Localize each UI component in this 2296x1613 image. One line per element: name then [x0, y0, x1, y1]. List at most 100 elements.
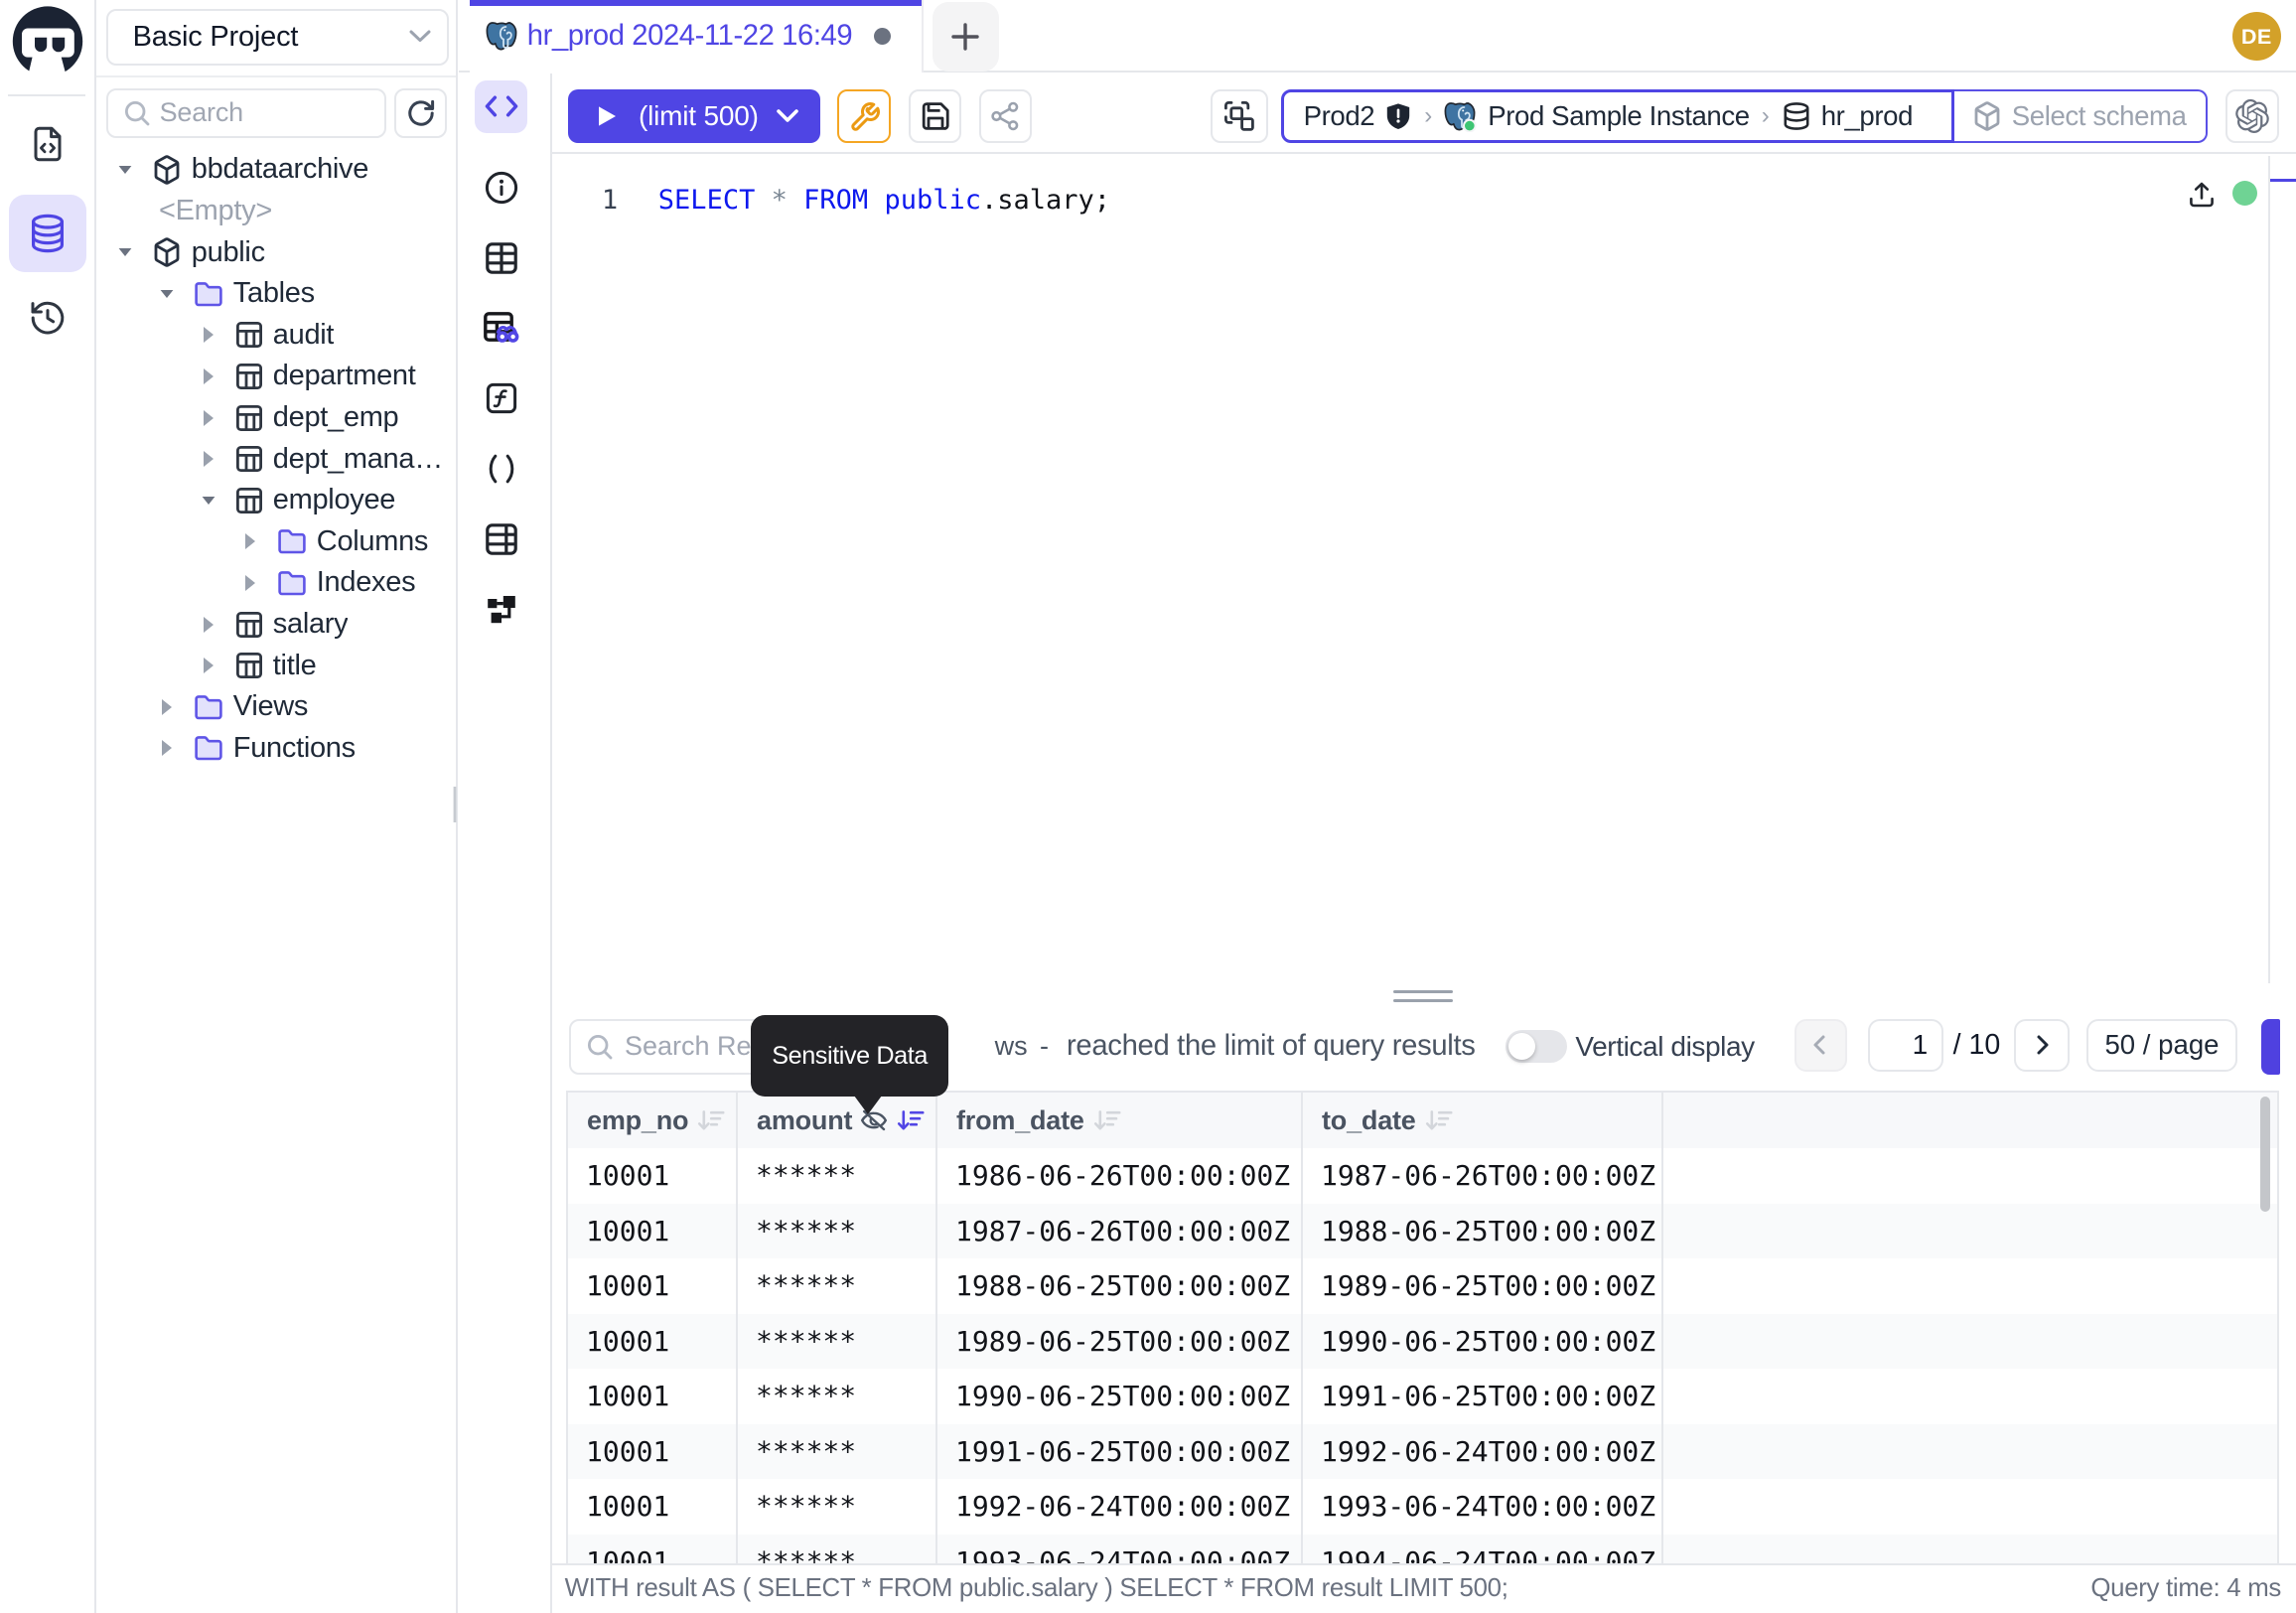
rail-database-button[interactable] — [9, 195, 86, 272]
schema-select[interactable]: Select schema — [1954, 89, 2208, 142]
prev-page-button[interactable] — [1794, 1019, 1846, 1072]
project-select[interactable]: Basic Project — [106, 9, 449, 66]
tree-item-bbdataarchive[interactable]: bbdataarchive — [117, 149, 368, 191]
cell-amount[interactable]: ****** — [737, 1204, 936, 1259]
cell-emp_no[interactable]: 10001 — [568, 1369, 737, 1424]
avatar[interactable]: DE — [2232, 12, 2281, 61]
cell-to_date[interactable]: 1991-06-25T00:00:00Z — [1302, 1369, 1662, 1424]
rail-worksheet-button[interactable] — [9, 105, 86, 183]
chevron-collapsed-icon[interactable] — [201, 325, 216, 345]
strip-info-button[interactable] — [475, 162, 527, 215]
connection-select[interactable]: Prod2 › Prod Sample Instance › hr_prod — [1281, 89, 1954, 142]
sort-icon[interactable] — [1092, 1107, 1122, 1133]
connection-group-button[interactable] — [1211, 89, 1268, 142]
cell-from_date[interactable]: 1993-06-24T00:00:00Z — [936, 1535, 1302, 1563]
table-row[interactable]: 10001******1989-06-25T00:00:00Z1990-06-2… — [568, 1314, 2277, 1370]
table-row[interactable]: 10001******1988-06-25T00:00:00Z1989-06-2… — [568, 1258, 2277, 1314]
table-row[interactable]: 10001******1990-06-25T00:00:00Z1991-06-2… — [568, 1369, 2277, 1424]
column-header-from_date[interactable]: from_date — [936, 1093, 1302, 1148]
format-wrench-button[interactable] — [837, 89, 890, 142]
run-button[interactable]: (limit 500) — [568, 89, 820, 142]
cell-emp_no[interactable]: 10001 — [568, 1204, 737, 1259]
cell-emp_no[interactable]: 10001 — [568, 1258, 737, 1314]
cell-to_date[interactable]: 1989-06-25T00:00:00Z — [1302, 1258, 1662, 1314]
column-header-emp_no[interactable]: emp_no — [568, 1093, 737, 1148]
cell-from_date[interactable]: 1987-06-26T00:00:00Z — [936, 1204, 1302, 1259]
strip-editor-button[interactable] — [475, 80, 527, 133]
rail-history-button[interactable] — [9, 279, 86, 357]
panel-resize-handle[interactable] — [1393, 990, 1453, 1007]
chevron-collapsed-icon[interactable] — [159, 697, 175, 717]
chevron-expanded-icon[interactable] — [201, 493, 216, 509]
cell-amount[interactable]: ****** — [737, 1535, 936, 1563]
chevron-expanded-icon[interactable] — [117, 162, 133, 178]
column-header-amount[interactable]: amount — [737, 1093, 936, 1148]
sql-editor[interactable]: 1 SELECT * FROM public.salary; — [552, 156, 2296, 982]
tree-item--empty-[interactable]: <Empty> — [149, 191, 272, 232]
cell-to_date[interactable]: 1993-06-24T00:00:00Z — [1302, 1479, 1662, 1535]
tree-item-dept-manager[interactable]: dept_manager — [201, 438, 444, 480]
cell-amount[interactable]: ****** — [737, 1424, 936, 1480]
column-header-to_date[interactable]: to_date — [1302, 1093, 1662, 1148]
tree-item-department[interactable]: department — [201, 356, 416, 397]
next-page-button[interactable] — [2014, 1019, 2070, 1072]
chevron-collapsed-icon[interactable] — [242, 573, 258, 593]
bytebase-logo-icon[interactable] — [8, 2, 87, 81]
table-row[interactable]: 10001******1992-06-24T00:00:00Z1993-06-2… — [568, 1479, 2277, 1535]
tree-item-functions[interactable]: Functions — [159, 728, 356, 770]
cell-from_date[interactable]: 1992-06-24T00:00:00Z — [936, 1479, 1302, 1535]
cell-from_date[interactable]: 1991-06-25T00:00:00Z — [936, 1424, 1302, 1480]
refresh-button[interactable] — [394, 88, 447, 139]
cell-amount[interactable]: ****** — [737, 1369, 936, 1424]
chevron-collapsed-icon[interactable] — [201, 367, 216, 386]
strip-parens-button[interactable] — [475, 443, 527, 496]
tree-item-tables[interactable]: Tables — [159, 273, 315, 315]
upload-icon[interactable] — [2189, 182, 2215, 208]
cell-from_date[interactable]: 1990-06-25T00:00:00Z — [936, 1369, 1302, 1424]
tree-item-employee[interactable]: employee — [201, 480, 395, 521]
chevron-expanded-icon[interactable] — [159, 286, 175, 302]
chevron-collapsed-icon[interactable] — [159, 738, 175, 758]
tree-item-columns[interactable]: Columns — [242, 521, 428, 563]
table-row[interactable]: 10001******1987-06-26T00:00:00Z1988-06-2… — [568, 1204, 2277, 1259]
share-button[interactable] — [979, 89, 1032, 142]
cell-amount[interactable]: ****** — [737, 1148, 936, 1204]
save-button[interactable] — [909, 89, 961, 142]
strip-rows-button[interactable] — [475, 513, 527, 566]
cell-from_date[interactable]: 1988-06-25T00:00:00Z — [936, 1258, 1302, 1314]
table-row[interactable]: 10001******1991-06-25T00:00:00Z1992-06-2… — [568, 1424, 2277, 1480]
chevron-collapsed-icon[interactable] — [201, 656, 216, 675]
tree-item-indexes[interactable]: Indexes — [242, 562, 415, 604]
sort-icon[interactable] — [696, 1107, 726, 1133]
cell-amount[interactable]: ****** — [737, 1479, 936, 1535]
search-input[interactable]: Search — [106, 88, 386, 139]
cell-emp_no[interactable]: 10001 — [568, 1314, 737, 1370]
chevron-collapsed-icon[interactable] — [242, 531, 258, 551]
page-number-input[interactable]: 1 — [1868, 1019, 1943, 1072]
cell-to_date[interactable]: 1992-06-24T00:00:00Z — [1302, 1424, 1662, 1480]
tree-item-title[interactable]: title — [201, 645, 317, 686]
page-size-select[interactable]: 50 / page — [2086, 1019, 2237, 1072]
cell-emp_no[interactable]: 10001 — [568, 1535, 737, 1563]
chevron-collapsed-icon[interactable] — [201, 449, 216, 469]
vertical-display-toggle[interactable] — [1506, 1030, 1567, 1063]
sort-icon[interactable] — [1424, 1107, 1454, 1133]
cell-amount[interactable]: ****** — [737, 1314, 936, 1370]
strip-masking-button[interactable] — [475, 302, 527, 355]
strip-schema-diagram-button[interactable] — [475, 583, 527, 636]
chevron-collapsed-icon[interactable] — [201, 408, 216, 428]
cell-emp_no[interactable]: 10001 — [568, 1479, 737, 1535]
tab-hr-prod[interactable]: hr_prod 2024-11-22 16:49 — [470, 0, 925, 73]
export-button-clipped[interactable] — [2261, 1019, 2280, 1075]
cell-emp_no[interactable]: 10001 — [568, 1424, 737, 1480]
strip-function-button[interactable] — [475, 372, 527, 425]
cell-amount[interactable]: ****** — [737, 1258, 936, 1314]
tree-item-public[interactable]: public — [117, 231, 265, 273]
tree-item-views[interactable]: Views — [159, 686, 308, 728]
cell-to_date[interactable]: 1994-06-24T00:00:00Z — [1302, 1535, 1662, 1563]
cell-emp_no[interactable]: 10001 — [568, 1148, 737, 1204]
tree-item-dept-emp[interactable]: dept_emp — [201, 397, 399, 439]
table-row[interactable]: 10001******1986-06-26T00:00:00Z1987-06-2… — [568, 1148, 2277, 1204]
chevron-collapsed-icon[interactable] — [201, 615, 216, 635]
new-tab-button[interactable] — [933, 2, 999, 71]
